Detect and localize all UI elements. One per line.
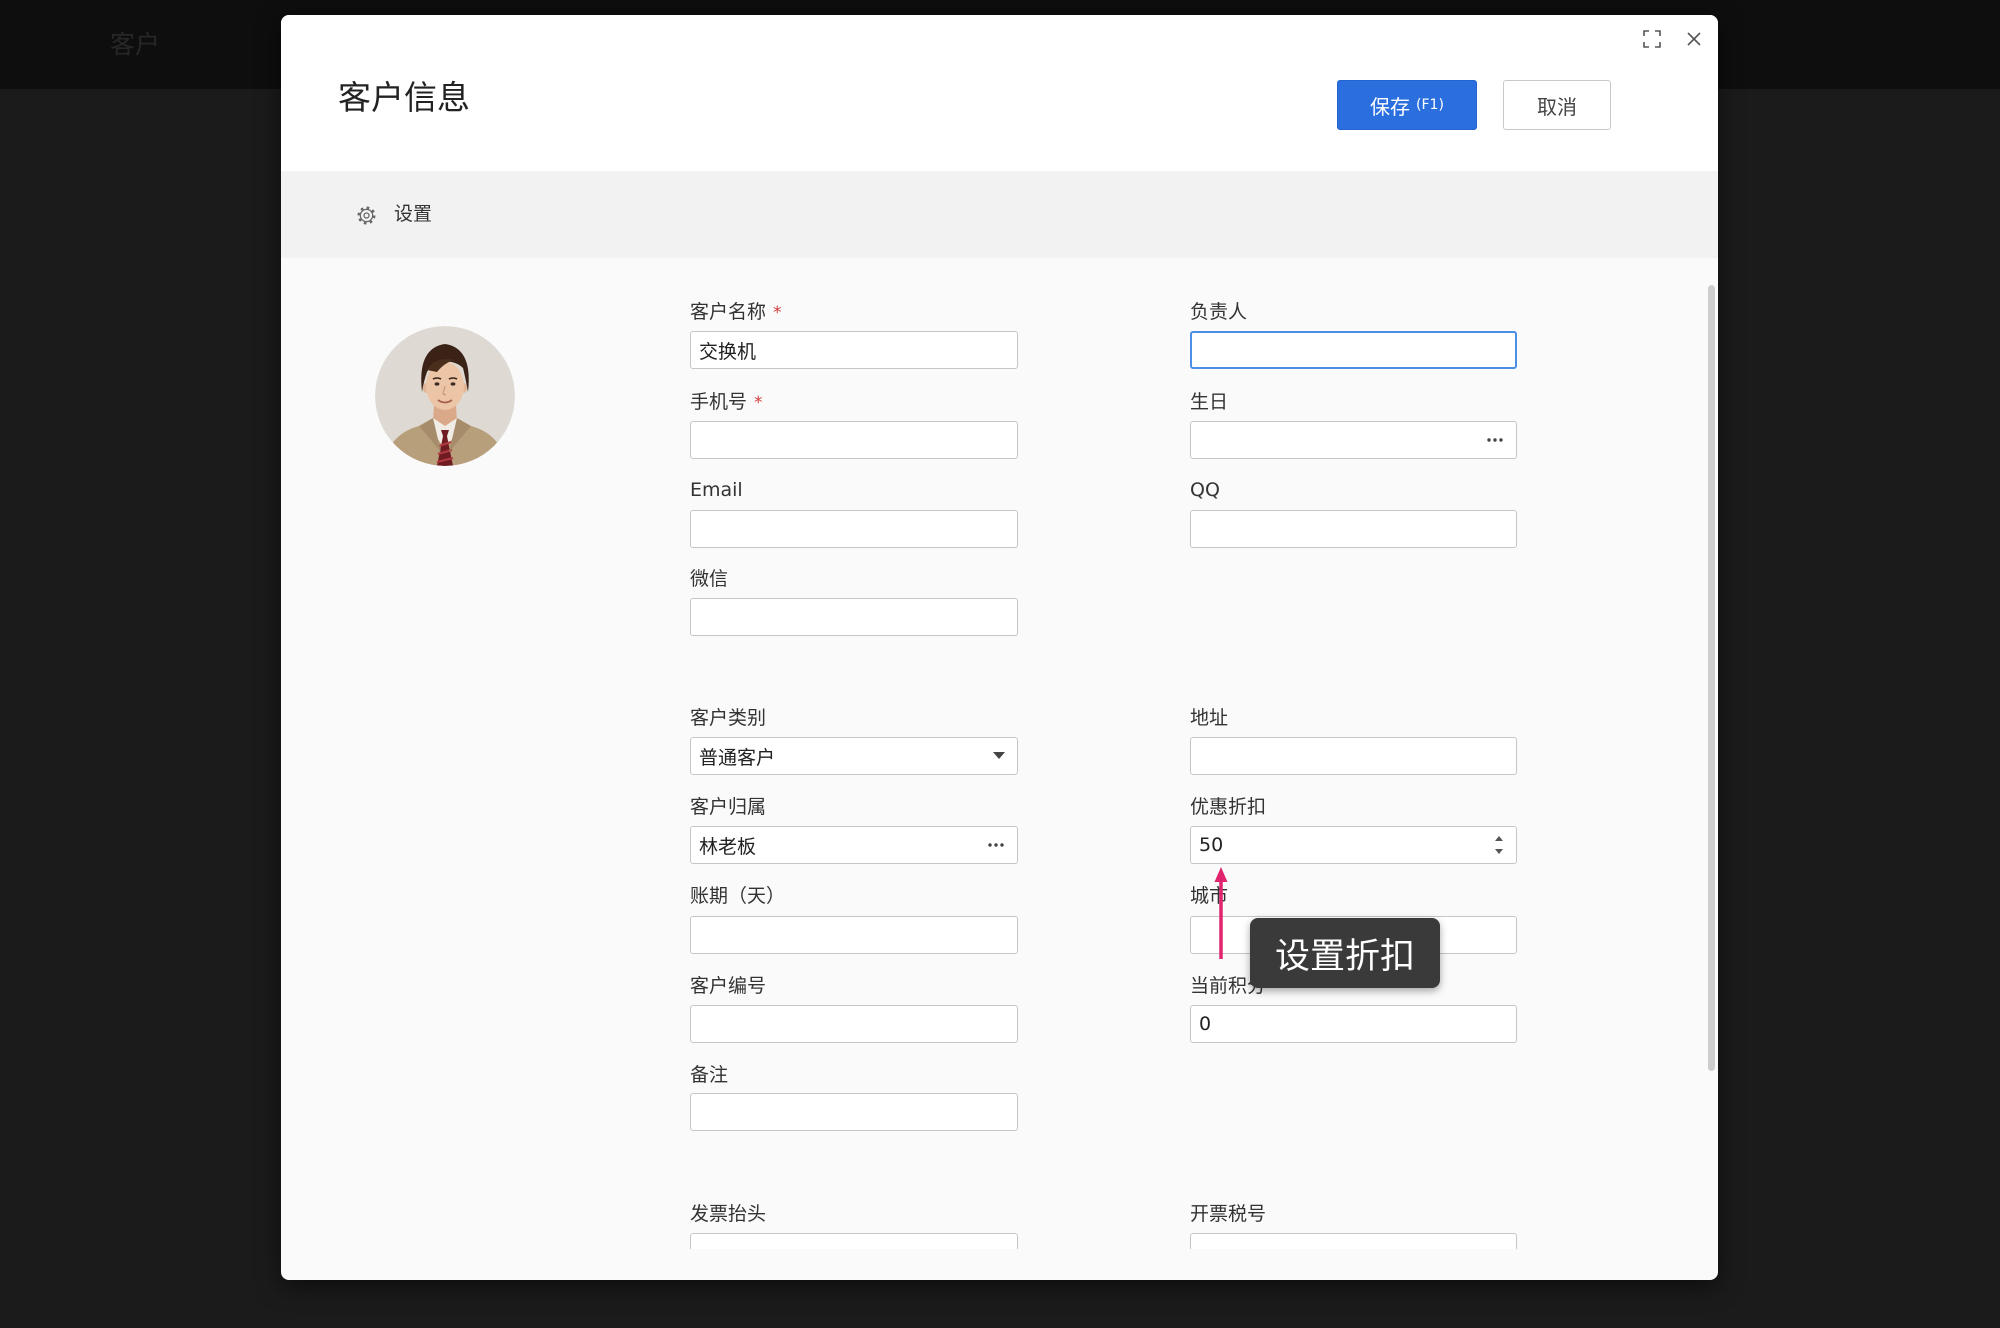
customer-info-dialog: 客户信息 保存 (F1) 取消 设置 客户名称 * 交换机 手机号 * Emai… [281,15,1718,1280]
dropdown-arrow-graphic [993,752,1005,759]
more-icon[interactable] [987,827,1005,863]
settings-bar[interactable]: 设置 [281,171,1718,258]
wechat-label: 微信 [690,568,729,590]
expand-icon-graphic [1643,30,1661,48]
discount-label: 优惠折扣 [1190,796,1267,818]
discount-value: 50 [1199,834,1224,856]
mobile-input[interactable] [690,421,1018,459]
customer-name-input[interactable] [690,331,1018,369]
annotation-tooltip: 设置折扣 [1250,918,1440,988]
gear-icon [355,204,378,227]
cancel-button[interactable]: 取消 [1503,80,1611,130]
customer-type-select[interactable]: 普通客户 [690,737,1018,775]
settings-label: 设置 [394,203,433,225]
customer-owner-picker[interactable]: 林老板 [690,826,1018,864]
avatar-photo [375,326,515,466]
qq-input[interactable] [1190,510,1517,548]
close-icon-graphic [1687,32,1701,46]
payment-term-label: 账期（天） [690,885,786,907]
pointer-arrow-icon [1214,867,1228,959]
birthday-picker[interactable] [1190,421,1517,459]
discount-number-input[interactable]: 50 [1190,826,1517,864]
save-button-label: 保存 [1370,94,1411,119]
form-body: 客户名称 * 手机号 * Email 微信 客户类别 普通客户 客户归属 林老板 [281,258,1718,1249]
customer-code-input[interactable] [690,1005,1018,1043]
email-label: Email [690,479,743,501]
gear-icon-graphic [357,206,376,225]
more-icon-graphic [988,843,1004,847]
qq-label: QQ [1190,479,1220,501]
save-shortcut-hint: (F1) [1416,97,1444,113]
city-label: 城市 [1190,885,1229,907]
remark-input[interactable] [690,1093,1018,1131]
points-input[interactable] [1190,1005,1517,1043]
customer-type-label: 客户类别 [690,707,767,729]
payment-term-input[interactable] [690,916,1018,954]
customer-code-label: 客户编号 [690,975,767,997]
required-mark: * [754,393,763,413]
customer-owner-label: 客户归属 [690,796,767,818]
invoice-title-input[interactable] [690,1233,1018,1249]
dialog-title: 客户信息 [338,78,470,117]
save-button[interactable]: 保存 (F1) [1337,80,1477,130]
expand-icon[interactable] [1643,30,1661,48]
address-input[interactable] [1190,737,1517,775]
address-label: 地址 [1190,707,1229,729]
customer-owner-value: 林老板 [699,835,757,858]
dialog-header: 客户信息 保存 (F1) 取消 [281,15,1718,171]
customer-type-value: 普通客户 [699,746,776,769]
birthday-label: 生日 [1190,391,1229,413]
dropdown-arrow-icon [993,738,1005,774]
remark-label: 备注 [690,1064,729,1086]
more-icon-graphic [1487,438,1503,442]
background-app-title: 客户 [110,30,161,59]
customer-avatar[interactable] [375,326,515,466]
wechat-input[interactable] [690,598,1018,636]
mobile-label: 手机号 * [690,390,1018,415]
invoice-title-label: 发票抬头 [690,1203,767,1225]
tax-number-label: 开票税号 [1190,1203,1267,1225]
close-icon[interactable] [1686,31,1702,47]
spinner-arrows-icon[interactable] [1494,827,1504,863]
email-input[interactable] [690,510,1018,548]
mobile-label-text: 手机号 [690,391,748,413]
customer-name-label-text: 客户名称 [690,301,767,323]
customer-name-label: 客户名称 * [690,300,1018,325]
tax-number-input[interactable] [1190,1233,1517,1249]
more-icon[interactable] [1486,422,1504,458]
spinner-arrows-graphic [1495,836,1503,854]
manager-label: 负责人 [1190,301,1248,323]
vertical-scrollbar[interactable] [1708,285,1715,1071]
required-mark: * [773,303,782,323]
manager-input[interactable] [1190,331,1517,369]
